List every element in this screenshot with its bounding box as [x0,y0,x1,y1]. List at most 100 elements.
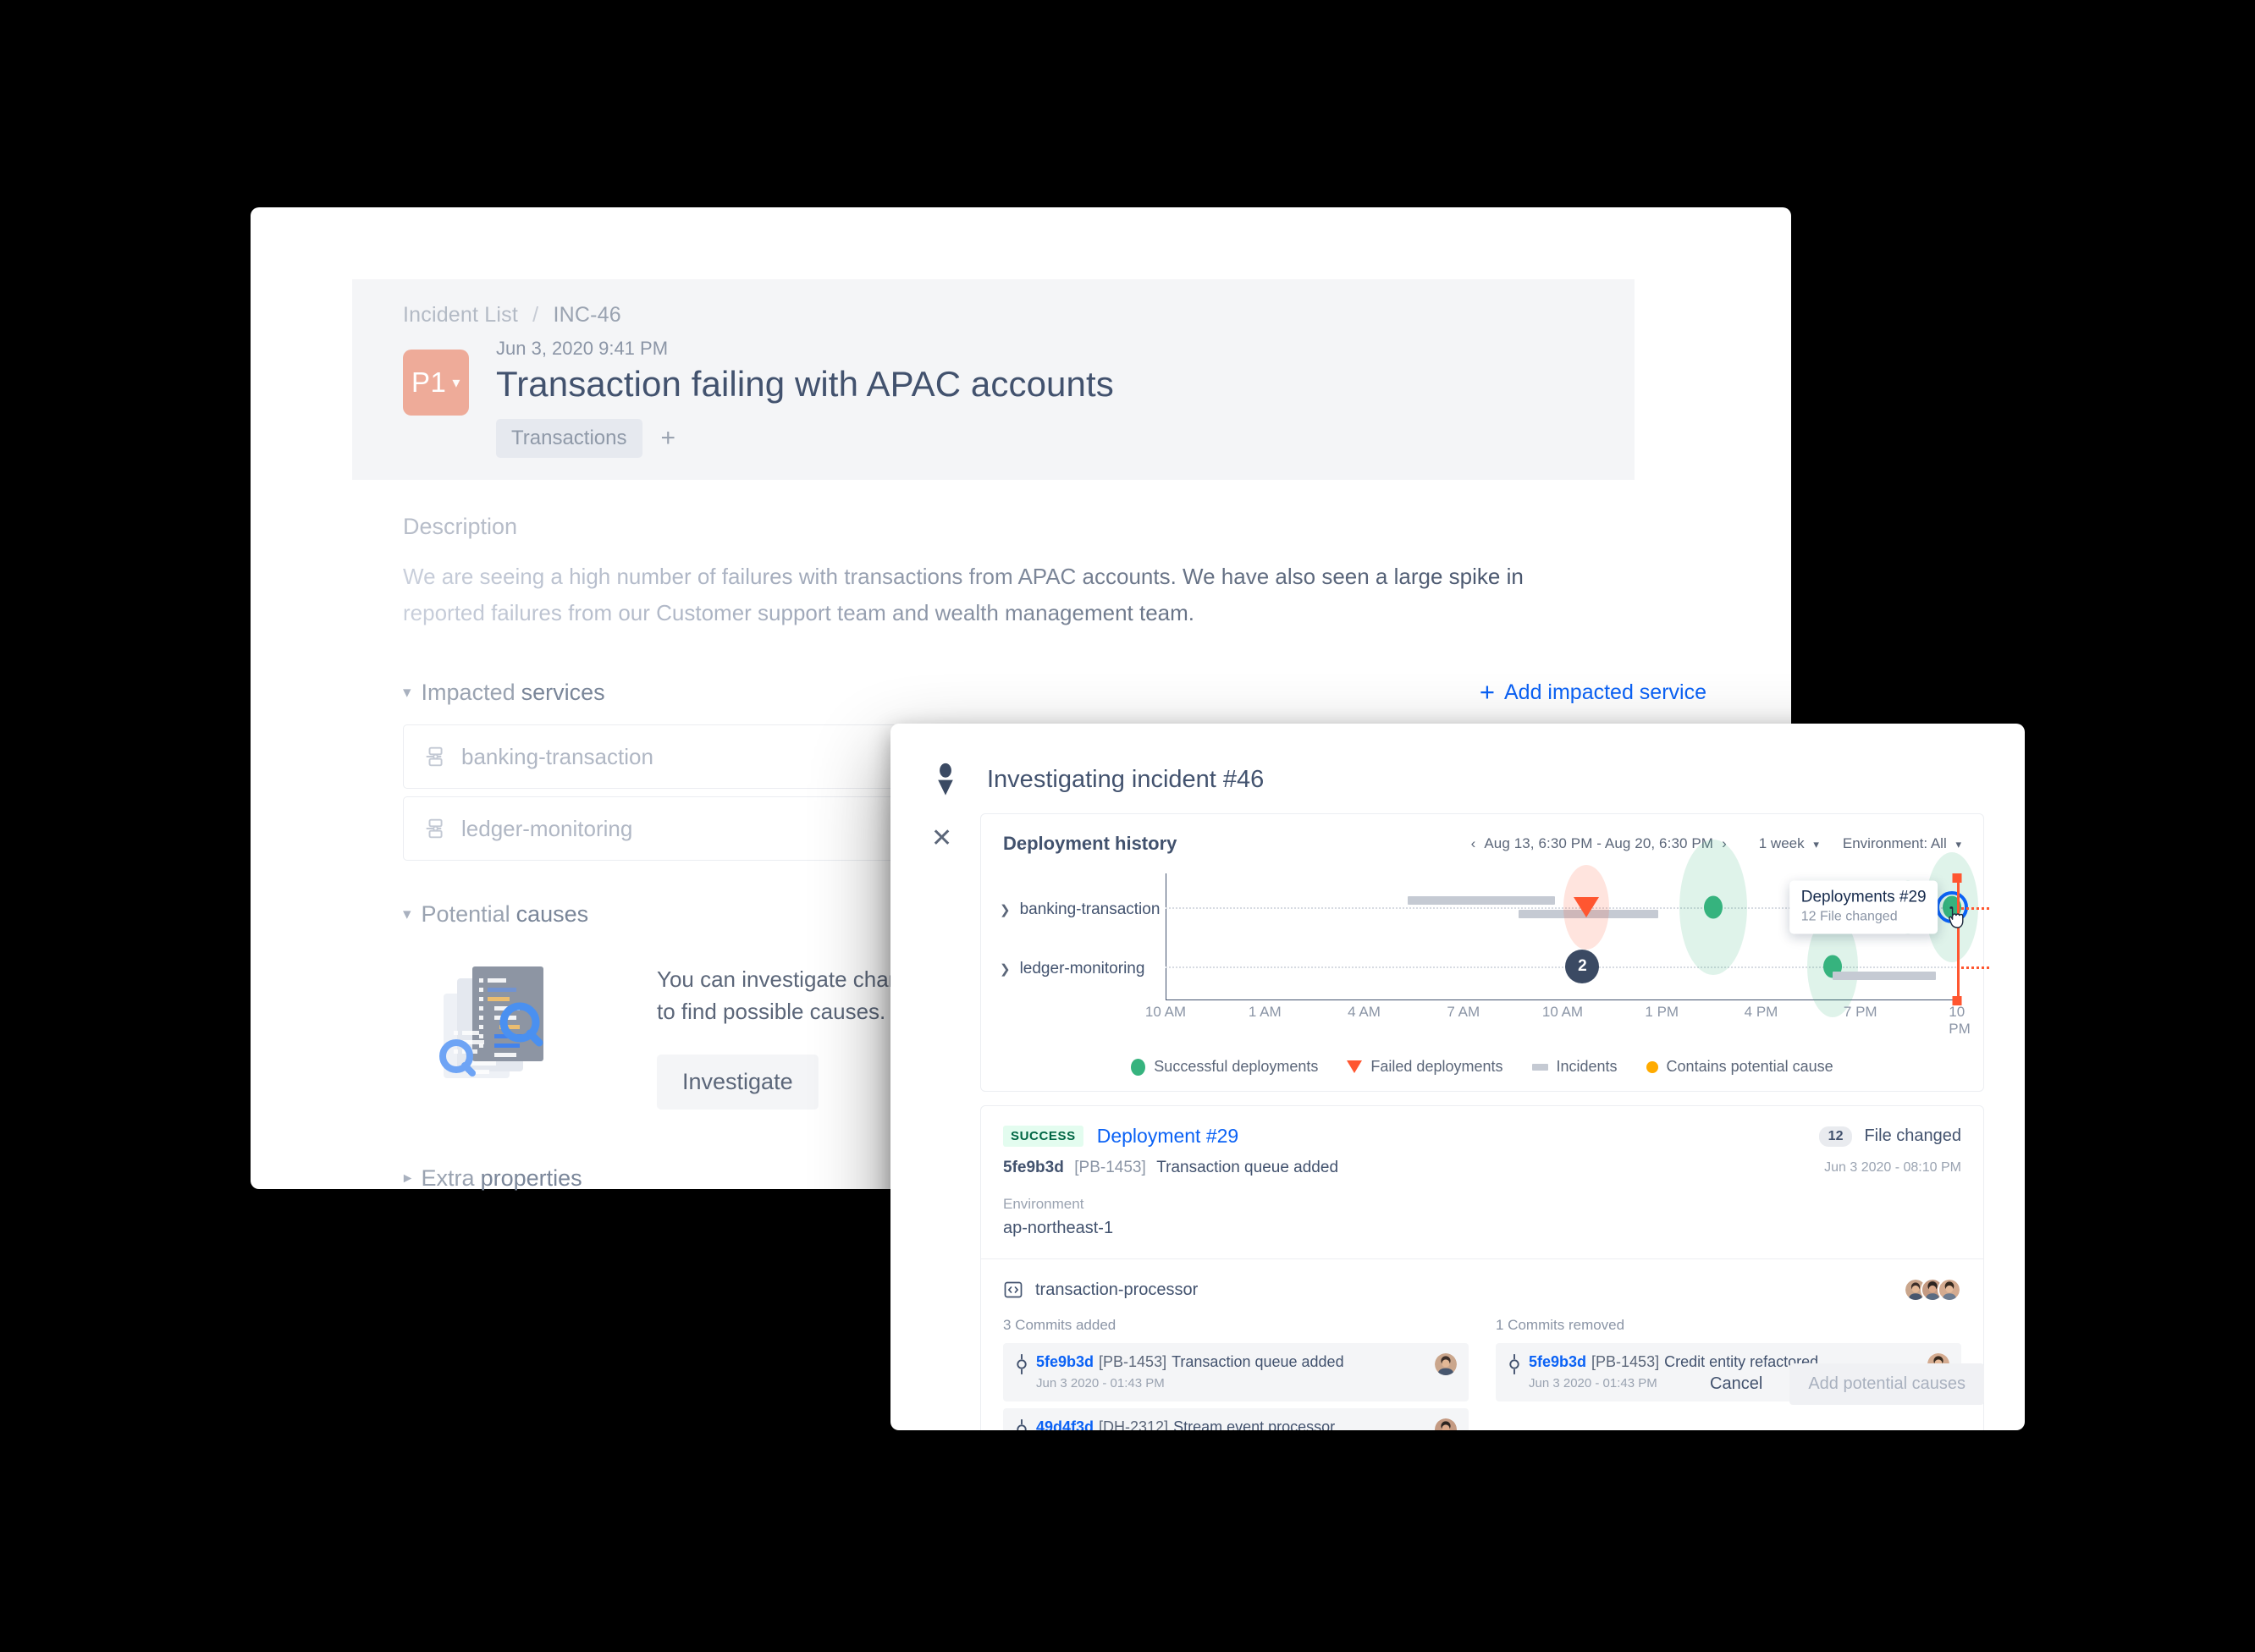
deployment-cluster-badge[interactable]: 2 [1565,950,1600,983]
commit-text: 5fe9b3d [PB-1453] Transaction queue added … [1036,1353,1344,1390]
x-axis-tick: 10 PM [1949,1004,1971,1037]
impacted-services-title[interactable]: ▾ Impacted services [403,680,605,706]
service-node-icon [426,818,443,839]
add-potential-causes-button[interactable]: Add potential causes [1789,1363,1984,1405]
add-tag-button[interactable]: + [661,424,676,453]
documents-magnifier-icon [439,966,543,1078]
file-changed-label: File changed [1864,1126,1961,1145]
service-name: banking-transaction [461,743,653,769]
tag-transactions[interactable]: Transactions [496,419,642,458]
deployment-summary: SUCCESS Deployment #29 12 File changed 5… [981,1106,1983,1259]
legend-item-cause: Contains potential cause [1646,1058,1833,1076]
investigate-illustration [428,953,623,1105]
file-changed-group: 12 File changed [1818,1126,1961,1147]
commit-icon [1017,1354,1027,1374]
deployment-commit: 5fe9b3d [PB-1453] Transaction queue adde… [1003,1159,1338,1177]
now-marker-cap [1952,873,1962,883]
commit-message: Transaction queue added [1156,1159,1339,1176]
extra-properties-title[interactable]: ▾ Extra properties [398,1165,582,1192]
success-dot-icon [1131,1058,1146,1076]
commit-message: Stream event processor [1173,1418,1336,1430]
avatar [1435,1353,1457,1375]
range-window-select[interactable]: 1 week ▾ [1759,835,1819,852]
deployment-commit-row: 5fe9b3d [PB-1453] Transaction queue adde… [1003,1159,1961,1177]
x-axis-tick: 4 PM [1744,1004,1778,1020]
now-marker-line [1957,873,1960,1000]
potential-causes-title[interactable]: ▾ Potential causes [403,901,588,928]
chart-row-label: banking-transaction [1019,900,1161,918]
commit-sha-link[interactable]: 49d4f3d [1036,1418,1094,1430]
tooltip-subtitle: 12 File changed [1800,909,1898,924]
deployment-timeline-chart: ❯ banking-transaction ❯ ledger-monitorin… [1000,840,1989,1039]
range-window-value: 1 week [1758,835,1805,851]
chevron-down-icon: ▾ [1955,838,1961,851]
chevron-right-icon: ▾ [398,1174,416,1183]
x-axis-ticks: 10 AM 1 AM 4 AM 7 AM 10 AM 1 PM 4 PM 7 PM 10 PM [1145,1004,1971,1037]
incident-pin-icon [938,763,953,796]
successful-deployment-marker[interactable] [1704,895,1723,919]
x-axis-tick: 7 AM [1447,1004,1480,1020]
list-item[interactable]: 49d4f3d [DH-2312] Stream event processor [1003,1408,1469,1430]
investigate-button[interactable]: Investigate [657,1055,819,1110]
chart-legend: Successful deployments Failed deployment… [981,1058,1983,1091]
plus-icon: + [1479,677,1495,707]
environment-name: ap-northeast-1 [1003,1219,1114,1237]
x-axis-tick: 10 AM [1144,1004,1187,1020]
range-prev-button[interactable]: ‹ [1471,835,1476,852]
chart-row-label: ledger-monitoring [1019,960,1145,977]
commit-line: 49d4f3d [DH-2312] Stream event processor [1036,1418,1335,1430]
breadcrumb: Incident List / INC-46 [403,303,1635,328]
modal-body: Investigating incident #46 ✕ Deployment … [890,724,2025,1430]
potential-causes-title-a: Potential [421,901,510,927]
modal-title: Investigating incident #46 [987,765,1265,793]
now-row-indicator [1957,966,1989,969]
x-axis-tick: 10 AM [1541,1004,1584,1020]
deployment-history-panel: Deployment history ‹ Aug 13, 6:30 PM - A… [980,813,1989,1092]
modal-footer: Cancel Add potential causes [1695,1363,1984,1405]
potential-causes-title-b: causes [516,901,589,927]
priority-badge[interactable]: P1 ▾ [403,350,469,416]
impacted-services-title-a: Impacted [421,679,516,705]
commit-sha-link[interactable]: 5fe9b3d [1529,1353,1586,1370]
chart-row-ledger-monitoring[interactable]: ❯ ledger-monitoring [1000,960,1144,978]
commit-text: 49d4f3d [DH-2312] Stream event processor [1036,1418,1335,1430]
breadcrumb-root[interactable]: Incident List [403,303,518,327]
extra-properties-title-a: Extra [421,1165,475,1191]
x-axis-tick: 1 PM [1645,1004,1679,1020]
deployment-name-link[interactable]: Deployment #29 [1097,1125,1239,1148]
close-icon[interactable]: ✕ [931,826,952,851]
cancel-button[interactable]: Cancel [1695,1364,1778,1404]
chevron-right-icon: ❯ [1000,903,1011,917]
commit-ticket: [PB-1453] [1591,1353,1660,1370]
chart-row-banking-transaction[interactable]: ❯ banking-transaction [1000,900,1160,919]
deployment-date: Jun 3 2020 - 08:10 PM [1824,1160,1961,1175]
commit-main: 49d4f3d [DH-2312] Stream event processor [1015,1418,1335,1430]
impacted-services-title-b: services [521,679,605,705]
failed-triangle-icon [1347,1060,1363,1073]
extra-properties-title-b: properties [480,1165,582,1191]
description-label: Description [403,514,518,539]
commit-ticket: [PB-1453] [1074,1159,1146,1176]
repository-header: transaction-processor [1003,1278,1961,1302]
add-impacted-service-button[interactable]: + Add impacted service [1480,677,1706,708]
legend-label: Successful deployments [1154,1058,1319,1075]
panel-header: Deployment history ‹ Aug 13, 6:30 PM - A… [981,814,1983,867]
legend-item-incidents: Incidents [1531,1058,1618,1076]
add-impacted-service-label: Add impacted service [1503,680,1706,704]
environment-select[interactable]: Environment: All ▾ [1843,835,1961,852]
description-text: We are seeing a high number of failures … [403,559,1605,631]
commit-date: Jun 3 2020 - 01:43 PM [1036,1376,1165,1390]
legend-label: Contains potential cause [1666,1058,1833,1075]
service-name: ledger-monitoring [461,815,633,841]
commit-sha-link[interactable]: 5fe9b3d [1036,1353,1094,1370]
code-icon [1004,1281,1023,1298]
legend-item-success: Successful deployments [1131,1058,1318,1076]
panel-title: Deployment history [1003,833,1177,854]
priority-label: P1 [411,366,447,398]
legend-label: Incidents [1556,1058,1618,1075]
modal-header: Investigating incident #46 [931,763,1984,796]
failed-deployment-marker[interactable] [1574,897,1600,917]
status-badge: SUCCESS [1003,1126,1083,1147]
list-item[interactable]: 5fe9b3d [PB-1453] Transaction queue added … [1003,1343,1469,1401]
incident-bar-icon [1531,1063,1548,1071]
